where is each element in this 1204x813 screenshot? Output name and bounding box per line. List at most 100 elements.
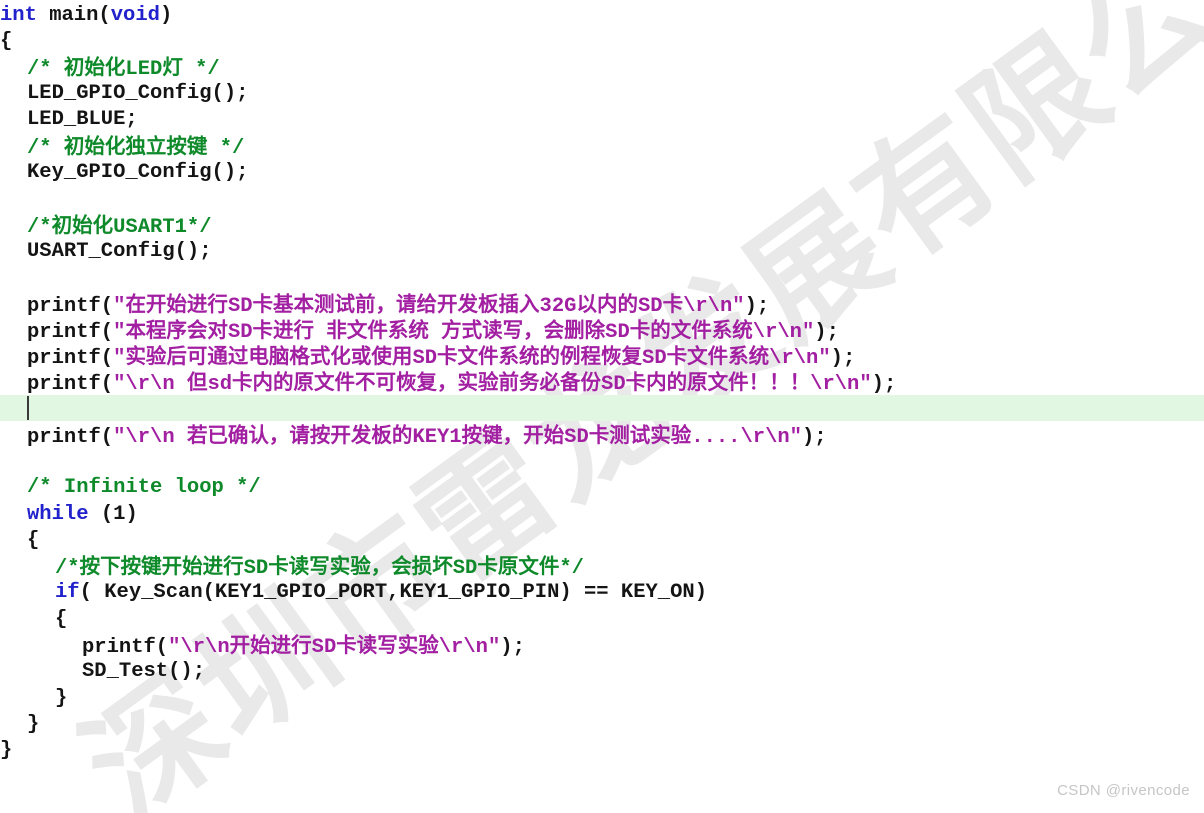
code-token-plain: LED_GPIO_Config(); bbox=[27, 82, 249, 105]
code-token-comment: 初始化独立按键 bbox=[63, 136, 208, 158]
code-token-string: SD bbox=[311, 636, 337, 659]
code-token-comment: /* bbox=[27, 137, 64, 160]
code-line[interactable] bbox=[0, 265, 1204, 291]
code-token-plain: SD_Test(); bbox=[82, 660, 206, 683]
code-token-plain: printf( bbox=[27, 347, 114, 370]
code-line[interactable]: } bbox=[0, 712, 1204, 738]
code-line[interactable]: printf("实验后可通过电脑格式化或使用SD卡文件系统的例程恢复SD卡文件系… bbox=[0, 344, 1204, 370]
code-token-string: " bbox=[113, 295, 126, 318]
code-token-comment: USART1*/ bbox=[113, 216, 212, 239]
code-token-kw: void bbox=[110, 4, 160, 27]
code-token-plain: ); bbox=[500, 636, 525, 659]
code-token-string: "\r\n bbox=[113, 426, 187, 449]
code-token-comment: LED bbox=[125, 58, 163, 81]
code-line[interactable]: /* Infinite loop */ bbox=[0, 475, 1204, 501]
code-token-punct: ) bbox=[125, 503, 138, 526]
code-token-num: 1 bbox=[113, 503, 126, 526]
code-token-plain: ); bbox=[744, 295, 770, 318]
code-token-plain: printf( bbox=[27, 321, 114, 344]
code-token-punct: ( bbox=[98, 4, 111, 27]
code-token-string: 卡读写实验 bbox=[336, 635, 439, 657]
code-token-plain: printf( bbox=[27, 373, 114, 396]
code-token-string bbox=[429, 321, 441, 344]
code-line[interactable]: Key_GPIO_Config(); bbox=[0, 160, 1204, 186]
code-token-string: SD bbox=[227, 295, 253, 318]
code-line[interactable]: printf("本程序会对SD卡进行 非文件系统 方式读写，会删除SD卡的文件系… bbox=[0, 318, 1204, 344]
code-token-comment: /* bbox=[55, 557, 80, 580]
code-token-string: SD bbox=[412, 347, 438, 370]
code-line[interactable]: } bbox=[0, 686, 1204, 712]
code-token-string: 卡内的原文件不可恢复，实验前务必备份 bbox=[232, 372, 602, 394]
code-token-string: \r\n" bbox=[438, 636, 501, 659]
code-token-plain: ); bbox=[871, 373, 897, 396]
code-token-string: 方式读写，会删除 bbox=[441, 320, 606, 342]
code-line[interactable]: SD_Test(); bbox=[0, 659, 1204, 685]
code-line[interactable]: /*初始化USART1*/ bbox=[0, 213, 1204, 239]
code-token-plain: printf( bbox=[27, 295, 114, 318]
code-token-string bbox=[314, 321, 326, 344]
code-line[interactable] bbox=[0, 186, 1204, 212]
code-token-string: SD bbox=[642, 347, 667, 370]
code-line[interactable]: LED_GPIO_Config(); bbox=[0, 81, 1204, 107]
code-line[interactable]: /*按下按键开始进行SD卡读写实验，会损坏SD卡原文件*/ bbox=[0, 554, 1204, 580]
code-line[interactable] bbox=[0, 449, 1204, 475]
code-line[interactable]: } bbox=[0, 738, 1204, 764]
code-token-string: SD bbox=[564, 426, 589, 449]
code-token-comment: 卡读写实验，会损坏 bbox=[268, 556, 453, 578]
code-line[interactable]: while (1) bbox=[0, 502, 1204, 528]
code-token-punct: { bbox=[27, 529, 40, 552]
text-caret bbox=[27, 396, 29, 420]
code-token-plain: printf( bbox=[82, 636, 169, 659]
code-token-comment: SD bbox=[452, 557, 478, 580]
code-line[interactable]: printf("在开始进行SD卡基本测试前，请给开发板插入32G以内的SD卡\r… bbox=[0, 292, 1204, 318]
code-token-comment: 按下按键开始进行 bbox=[79, 556, 244, 578]
code-token-comment: */ bbox=[207, 137, 245, 160]
code-token-string: 卡的文件系统 bbox=[629, 320, 753, 342]
code-token-plain: USART_Config(); bbox=[27, 240, 212, 263]
code-token-string: 卡测试实验 bbox=[588, 425, 692, 447]
code-line[interactable]: printf("\r\n 若已确认，请按开发板的KEY1按键，开始SD卡测试实验… bbox=[0, 423, 1204, 449]
code-token-string: SD bbox=[601, 373, 626, 396]
code-token-punct: ) bbox=[159, 4, 173, 27]
code-token-string: 卡基本测试前，请给开发板插入 bbox=[252, 294, 540, 316]
code-token-string: 但 bbox=[186, 372, 208, 394]
code-line[interactable]: int main(void) bbox=[0, 3, 1204, 29]
code-token-string: 实验后可通过电脑格式化或使用 bbox=[125, 346, 413, 368]
code-token-string: KEY1 bbox=[412, 426, 462, 449]
code-token-string: 按键，开始 bbox=[461, 425, 565, 447]
code-token-string: 卡进行 bbox=[252, 320, 315, 342]
code-token-plain: LED_BLUE; bbox=[27, 108, 138, 131]
code-token-comment: 初始化 bbox=[63, 57, 126, 79]
code-line[interactable]: if( Key_Scan(KEY1_GPIO_PORT,KEY1_GPIO_PI… bbox=[0, 580, 1204, 606]
code-token-punct: ( bbox=[88, 503, 114, 526]
code-line[interactable]: { bbox=[0, 607, 1204, 633]
code-token-comment: 初始化 bbox=[51, 215, 114, 237]
code-line[interactable]: /* 初始化独立按键 */ bbox=[0, 134, 1204, 160]
code-token-comment: 卡原文件 bbox=[477, 556, 560, 578]
code-line[interactable]: printf("\r\n开始进行SD卡读写实验\r\n"); bbox=[0, 633, 1204, 659]
code-line[interactable]: { bbox=[0, 528, 1204, 554]
code-line[interactable]: { bbox=[0, 29, 1204, 55]
code-token-comment: /* bbox=[27, 58, 64, 81]
code-token-plain: ); bbox=[830, 347, 856, 370]
code-editor[interactable]: int main(void){/* 初始化LED灯 */LED_GPIO_Con… bbox=[0, 0, 1204, 813]
code-token-string: \r\n" bbox=[769, 347, 831, 370]
code-token-string: ....\r\n" bbox=[691, 426, 802, 449]
code-line[interactable]: printf("\r\n 但sd卡内的原文件不可恢复，实验前务必备份SD卡内的原… bbox=[0, 370, 1204, 396]
code-line[interactable]: USART_Config(); bbox=[0, 239, 1204, 265]
code-token-string: 卡 bbox=[662, 294, 684, 316]
code-token-string: 在开始进行 bbox=[125, 294, 228, 316]
code-line[interactable]: LED_BLUE; bbox=[0, 107, 1204, 133]
code-token-punct: { bbox=[55, 608, 68, 631]
code-token-comment: 灯 bbox=[162, 57, 183, 79]
code-token-kw: int bbox=[0, 4, 37, 27]
code-token-string: 以内的 bbox=[576, 294, 638, 316]
code-token-comment: SD bbox=[243, 557, 269, 580]
code-token-string: 卡文件系统的例程恢复 bbox=[437, 346, 643, 368]
code-line[interactable] bbox=[0, 396, 1204, 422]
code-token-punct: } bbox=[55, 687, 68, 710]
code-token-string: SD bbox=[227, 321, 253, 344]
code-token-string: 32G bbox=[539, 295, 577, 318]
code-token-comment: */ bbox=[182, 58, 220, 81]
code-line[interactable]: /* 初始化LED灯 */ bbox=[0, 55, 1204, 81]
